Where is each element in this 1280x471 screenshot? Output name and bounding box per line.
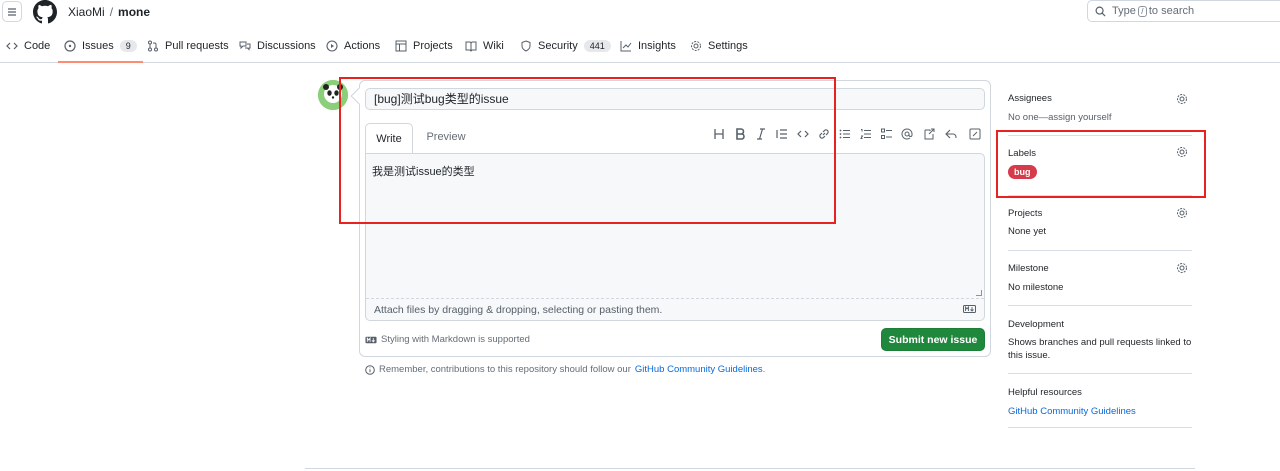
fullscreen-icon[interactable] (968, 127, 982, 141)
breadcrumb: XiaoMi / mone (68, 5, 150, 19)
issue-opened-icon (64, 39, 76, 52)
tab-code-label: Code (24, 40, 51, 52)
community-guidelines-link[interactable]: GitHub Community Guidelines (635, 364, 763, 375)
gear-icon (691, 41, 701, 51)
github-logo-icon[interactable] (33, 0, 57, 24)
markdown-support-note[interactable]: Styling with Markdown is supported (365, 334, 530, 345)
tab-settings-label: Settings (708, 40, 748, 52)
resize-handle[interactable] (976, 290, 982, 296)
notice-text: Remember, contributions to this reposito… (379, 364, 631, 375)
hamburger-icon (8, 7, 16, 16)
mention-icon[interactable] (900, 127, 914, 141)
search-icon (1095, 6, 1106, 17)
git-pull-request-icon (148, 40, 158, 52)
tab-projects-label: Projects (413, 40, 453, 52)
info-icon (365, 364, 375, 375)
ordered-list-icon[interactable] (859, 127, 873, 141)
tab-discussions-label: Discussions (257, 40, 316, 52)
owner-link[interactable]: XiaoMi (68, 5, 105, 19)
development-value: Shows branches and pull requests linked … (1008, 337, 1192, 361)
sidebar-projects: Projects None yet (1008, 205, 1192, 251)
projects-value: None yet (1008, 226, 1047, 237)
assignees-title[interactable]: Assignees (1008, 93, 1052, 104)
sidebar-milestone: Milestone No milestone (1008, 260, 1192, 306)
repo-nav: Code Issues 9 Pull requests Discussions … (0, 30, 1280, 63)
markdown-icon (963, 305, 976, 313)
repo-link[interactable]: mone (118, 5, 150, 19)
projects-gear-icon[interactable] (1176, 207, 1188, 219)
markdown-icon (365, 336, 377, 343)
submit-new-issue-button[interactable]: Submit new issue (881, 328, 985, 351)
code-icon (6, 42, 18, 50)
milestone-title[interactable]: Milestone (1008, 263, 1049, 274)
table-icon (395, 40, 407, 52)
milestone-gear-icon[interactable] (1176, 262, 1188, 274)
tab-actions-label: Actions (344, 40, 381, 52)
assignees-value[interactable]: No one—assign yourself (1008, 111, 1112, 124)
annotation-box-labels (996, 130, 1206, 198)
projects-title[interactable]: Projects (1008, 208, 1042, 219)
book-icon (465, 41, 477, 52)
comment-discussion-icon (239, 41, 251, 51)
notice-period: . (762, 364, 766, 375)
tab-insights-label: Insights (638, 40, 676, 52)
sidebar-development: Development Shows branches and pull requ… (1008, 316, 1192, 374)
milestone-value: No milestone (1008, 282, 1064, 293)
tab-code[interactable]: Code (6, 30, 50, 62)
footer-divider (305, 468, 1195, 469)
helpful-resources-title: Helpful resources (1008, 387, 1082, 398)
tab-security[interactable]: Security 441 (520, 30, 611, 62)
reply-icon[interactable] (944, 127, 958, 141)
markdown-note-label: Styling with Markdown is supported (381, 334, 530, 345)
tab-insights[interactable]: Insights (620, 30, 676, 62)
tab-actions[interactable]: Actions (326, 30, 380, 62)
sidebar-guidelines-link[interactable]: GitHub Community Guidelines (1008, 406, 1136, 417)
breadcrumb-separator: / (109, 5, 114, 19)
tab-pull-requests-label: Pull requests (165, 40, 229, 52)
menu-button[interactable] (2, 1, 22, 22)
sidebar-helpful-resources: Helpful resources GitHub Community Guide… (1008, 384, 1192, 428)
assignees-gear-icon[interactable] (1176, 93, 1188, 105)
tab-wiki[interactable]: Wiki (465, 30, 504, 62)
tab-projects[interactable]: Projects (395, 30, 453, 62)
task-list-icon[interactable] (880, 127, 894, 141)
graph-icon (620, 41, 632, 52)
tab-wiki-label: Wiki (483, 40, 504, 52)
tab-issues[interactable]: Issues 9 (58, 30, 143, 63)
search-placeholder: Type / to search (1112, 5, 1195, 17)
search-input[interactable]: Type / to search (1087, 0, 1280, 22)
reference-icon[interactable] (922, 127, 936, 141)
play-icon (326, 40, 338, 52)
tab-pull-requests[interactable]: Pull requests (147, 30, 229, 62)
shield-icon (521, 40, 531, 52)
top-bar: XiaoMi / mone Type / to search (0, 0, 1280, 26)
annotation-box-title-body (339, 77, 836, 224)
attach-files-hint: Attach files by dragging & dropping, sel… (374, 303, 663, 316)
security-counter: 441 (583, 40, 611, 52)
unordered-list-icon[interactable] (838, 127, 852, 141)
development-title: Development (1008, 319, 1064, 330)
tab-discussions[interactable]: Discussions (239, 30, 316, 62)
tab-settings[interactable]: Settings (690, 30, 748, 62)
tab-issues-label: Issues (82, 39, 114, 52)
contribution-notice: Remember, contributions to this reposito… (365, 364, 765, 375)
tab-security-label: Security (538, 40, 578, 52)
attach-files-area[interactable]: Attach files by dragging & dropping, sel… (366, 298, 984, 320)
issues-counter: 9 (119, 39, 137, 52)
